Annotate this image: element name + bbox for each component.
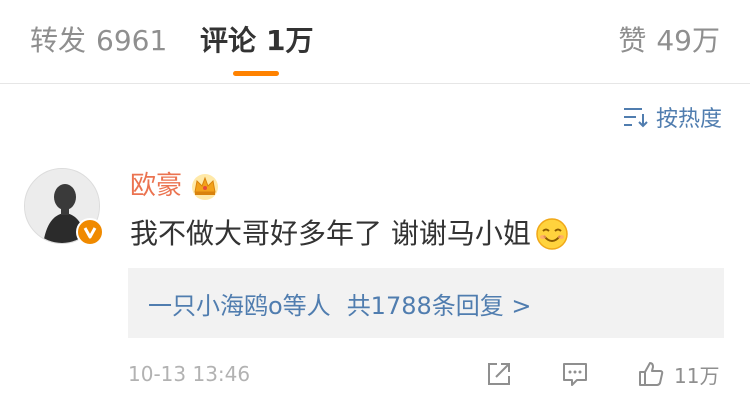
verified-badge-icon bbox=[76, 218, 104, 246]
tab-like[interactable]: 赞 49万 bbox=[618, 22, 720, 60]
comment-timestamp: 10-13 13:46 bbox=[128, 362, 251, 386]
replies-summary-link[interactable]: 一只小海鸥o等人 共1788条回复 > bbox=[128, 268, 724, 338]
comment-body: 我不做大哥好多年了 谢谢马小姐 bbox=[130, 217, 531, 250]
share-icon bbox=[488, 363, 510, 385]
tab-like-count: 49万 bbox=[656, 24, 720, 57]
like-count: 11万 bbox=[674, 363, 720, 388]
crown-icon bbox=[192, 174, 219, 200]
tab-repost[interactable]: 转发 6961 bbox=[30, 22, 167, 60]
comment-icon bbox=[563, 363, 587, 386]
comment-author[interactable]: 欧豪 bbox=[130, 168, 220, 204]
thumbs-up-icon bbox=[639, 362, 664, 386]
tab-comment-label: 评论 bbox=[200, 24, 257, 57]
share-button[interactable] bbox=[484, 356, 514, 392]
tab-comment[interactable]: 评论 1万 bbox=[200, 22, 314, 60]
tab-like-label: 赞 bbox=[618, 24, 647, 57]
comment-text: 我不做大哥好多年了 谢谢马小姐 bbox=[130, 214, 569, 254]
reply-people: 一只小海鸥o等人 bbox=[148, 291, 331, 320]
tab-comment-count: 1万 bbox=[266, 24, 314, 57]
sort-icon bbox=[623, 108, 648, 128]
avatar[interactable] bbox=[24, 168, 104, 248]
sort-label: 按热度 bbox=[655, 107, 722, 132]
author-name: 欧豪 bbox=[130, 171, 183, 201]
like-button[interactable]: 11万 bbox=[636, 356, 719, 392]
reply-count: 共1788条回复 > bbox=[346, 291, 532, 320]
active-tab-indicator bbox=[233, 71, 279, 76]
sort-by-hot-button[interactable]: 按热度 bbox=[622, 100, 722, 134]
reply-button[interactable] bbox=[560, 356, 590, 392]
comment-tabs-bar: 转发 6961 评论 1万 赞 49万 bbox=[0, 0, 750, 84]
smiley-emoji-icon bbox=[536, 218, 568, 250]
tab-repost-count: 6961 bbox=[96, 24, 168, 57]
tab-repost-label: 转发 bbox=[30, 24, 87, 57]
